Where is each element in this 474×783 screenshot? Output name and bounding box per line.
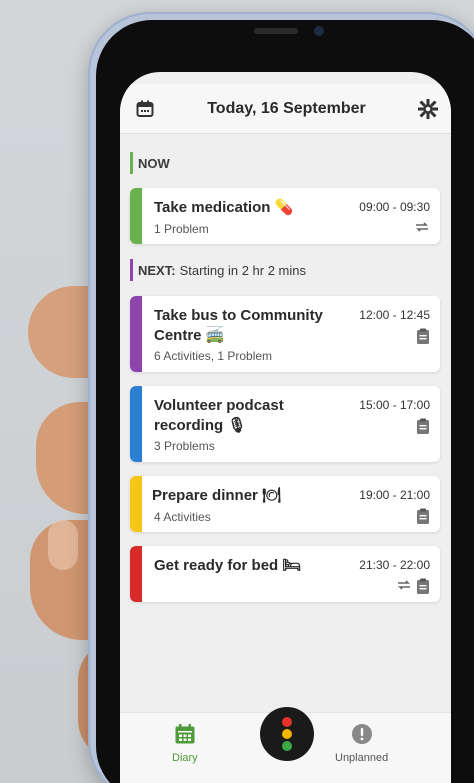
card-color-stripe <box>130 386 142 462</box>
bottom-navigation: Diary Unplanned <box>120 707 451 783</box>
speaker <box>254 28 298 34</box>
amber-light-icon <box>282 729 292 739</box>
repeat-icon <box>414 220 430 239</box>
app-screen: Today, 16 September NOW Take medication … <box>120 72 451 783</box>
card-title: Volunteer podcast recording 🎙 <box>154 397 284 434</box>
now-label: NOW <box>138 155 170 171</box>
card-subtitle: 6 Activities, 1 Problem <box>154 349 273 363</box>
card-color-stripe <box>130 546 142 602</box>
clipboard-icon <box>416 418 430 439</box>
next-label: NEXT: <box>138 262 176 278</box>
calendar-icon[interactable] <box>134 98 156 120</box>
card-time: 09:00 - 09:30 <box>359 200 430 214</box>
app-header: Today, 16 September <box>120 84 451 134</box>
nav-diary-label: Diary <box>172 752 198 764</box>
card-title: Get ready for bed 🛏 <box>154 557 302 574</box>
card-time: 21:30 - 22:00 <box>359 558 430 572</box>
repeat-icon <box>396 578 412 599</box>
activity-card-dinner[interactable]: Prepare dinner 🍽 4 Activities 19:00 - 21… <box>130 476 440 532</box>
activity-card-bed[interactable]: Get ready for bed 🛏 21:30 - 22:00 <box>130 546 440 602</box>
now-section-label: NOW <box>130 152 174 174</box>
card-subtitle: 1 Problem <box>154 222 209 236</box>
phone-bezel: Today, 16 September NOW Take medication … <box>96 20 474 783</box>
activity-card-podcast[interactable]: Volunteer podcast recording 🎙 3 Problems… <box>130 386 440 462</box>
camera <box>314 26 324 36</box>
now-marker <box>130 152 133 174</box>
card-time: 19:00 - 21:00 <box>359 488 430 502</box>
card-color-stripe <box>130 296 142 372</box>
card-color-stripe <box>130 188 142 244</box>
card-time: 12:00 - 12:45 <box>359 308 430 322</box>
phone-frame: Today, 16 September NOW Take medication … <box>88 12 474 783</box>
activity-card-medication[interactable]: Take medication 💊 1 Problem 09:00 - 09:3… <box>130 188 440 244</box>
next-section-label: NEXT: Starting in 2 hr 2 mins <box>130 259 306 281</box>
nav-diary[interactable]: Diary <box>172 723 198 764</box>
clipboard-icon <box>416 328 430 349</box>
gear-icon[interactable] <box>417 98 439 120</box>
next-marker <box>130 259 133 281</box>
activity-card-bus[interactable]: Take bus to Community Centre 🚎 6 Activit… <box>130 296 440 372</box>
card-title: Prepare dinner 🍽 <box>152 487 282 504</box>
next-countdown: Starting in 2 hr 2 mins <box>179 262 307 278</box>
fingernail <box>48 520 78 570</box>
card-color-stripe <box>130 476 142 532</box>
card-subtitle: 3 Problems <box>154 439 215 453</box>
page-title: Today, 16 September <box>207 99 366 117</box>
nav-unplanned[interactable]: Unplanned <box>335 723 388 764</box>
green-light-icon <box>282 741 292 751</box>
alert-icon <box>351 723 373 748</box>
phone-notch <box>196 20 374 60</box>
traffic-light-button[interactable] <box>260 707 314 761</box>
card-title: Take bus to Community Centre 🚎 <box>154 307 323 344</box>
red-light-icon <box>282 717 292 727</box>
card-title: Take medication 💊 <box>154 199 294 216</box>
card-time: 15:00 - 17:00 <box>359 398 430 412</box>
clipboard-icon <box>416 578 430 599</box>
clipboard-icon <box>416 508 430 529</box>
calendar-icon <box>174 723 196 748</box>
card-subtitle: 4 Activities <box>154 510 211 524</box>
nav-unplanned-label: Unplanned <box>335 752 389 764</box>
